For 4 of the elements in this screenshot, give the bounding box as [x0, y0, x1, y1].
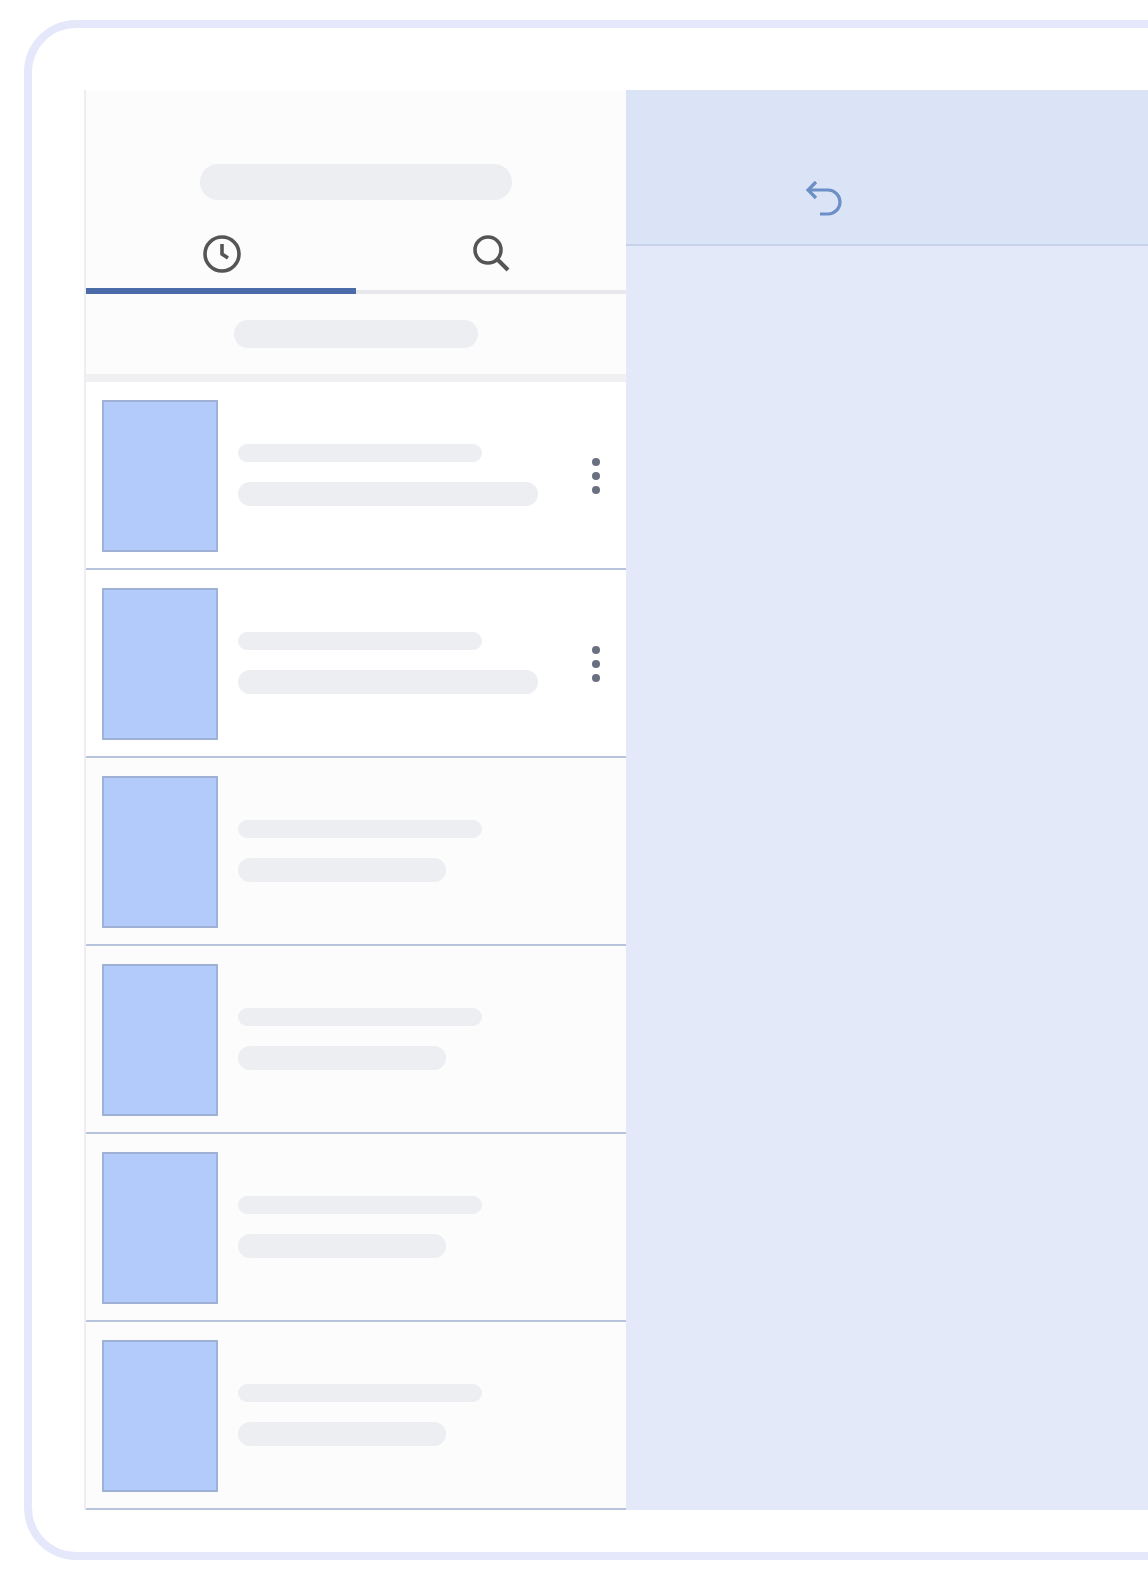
more-icon[interactable]	[590, 643, 602, 683]
more-icon[interactable]	[590, 455, 602, 495]
clock-icon	[199, 232, 243, 277]
search-icon	[469, 232, 513, 277]
